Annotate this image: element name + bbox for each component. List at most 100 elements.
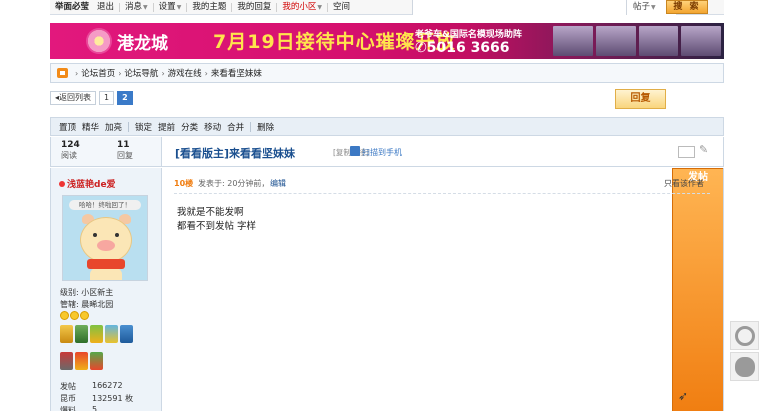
only-author-link[interactable]: 只看该作者 [664,178,704,189]
post-time: 发表于: 20分钟前， [198,179,270,188]
medal-icon[interactable] [120,325,133,343]
post-content: 10楼 发表于: 20分钟前， 编辑 只看该作者 我就是不能发啊 都看不到发帖 … [163,168,723,411]
advertisement-banner[interactable]: 港龙城 7月19日接待中心璀璨开放 老爷车&国际名模现场助阵 ✆5016 366… [50,23,724,59]
medal-row-1 [60,325,133,343]
smiley-icon [80,311,89,320]
mod-lock-button[interactable]: 锁定 [135,121,152,133]
thread-title[interactable]: [看看版主]来看看坚妹妹 [175,145,295,161]
user-status-icon [59,181,65,187]
user-manage: 管辖: 晨晞北园 [60,300,114,309]
my-topics-link[interactable]: 我的主题 [187,2,233,12]
messages-label: 消息 [125,1,143,12]
post-body-line: 都看不到发帖 字样 [177,221,257,232]
post-divider [174,193,710,194]
back-to-list-button[interactable]: ◂返回列表 [50,91,97,105]
breadcrumb-thread: 来看看坚妹妹 [210,69,262,79]
replies-count: 11 [117,140,130,150]
views-label: 阅读 [61,151,77,160]
my-replies-link[interactable]: 我的回复 [232,2,278,12]
chevron-down-icon: ▼ [143,3,148,11]
breadcrumb-separator: › [118,68,122,78]
chevron-down-icon: ▼ [176,3,182,11]
medal-icon[interactable] [75,325,88,343]
breadcrumb-forum-home[interactable]: 论坛首页 [81,67,115,79]
medal-icon[interactable] [60,352,73,370]
mod-category-button[interactable]: 分类 [181,121,198,133]
user-posts-stat: 发帖 166272 [60,381,123,392]
mod-move-button[interactable]: 移动 [204,121,221,133]
medal-icon[interactable] [60,325,73,343]
home-icon[interactable] [57,68,68,78]
author-name-text: 浅蓝艳de爱 [67,180,116,190]
search-button[interactable]: 搜 索 [666,0,708,14]
messages-menu[interactable]: 消息▼ [120,1,154,12]
breadcrumb-separator: › [75,68,79,78]
headset-icon [735,326,755,346]
space-link[interactable]: 空间 [328,2,355,12]
mouse-cursor-icon: ➶ [678,389,689,403]
mod-sticky-button[interactable]: 置顶 [59,121,76,133]
page-1-link[interactable]: 1 [99,91,115,105]
username-link[interactable]: 举面必莹 [50,2,92,12]
wechat-icon [735,357,755,377]
medal-icon[interactable] [90,325,103,343]
smiley-icon [70,311,79,320]
mod-digest-button[interactable]: 精华 [82,121,99,133]
views-count: 124 [61,140,80,150]
thread-header: 124 阅读 11 回复 [看看版主]来看看坚妹妹 [复制链接] 扫描到手机 ✎ [50,137,724,167]
qr-code-icon[interactable] [350,146,360,156]
my-community-menu[interactable]: 我的小区▼ [277,1,328,12]
customer-service-button[interactable] [730,321,759,350]
smiley-badges [60,311,89,320]
chevron-down-icon: ▼ [317,3,322,11]
favorite-checkbox[interactable] [678,146,695,158]
reply-button[interactable]: 回复 [615,89,666,109]
user-sidebar: 浅蓝艳de爱 哈哈！终啦回了！ 级别: 小区新主 管辖: 晨晞北园 发帖 166… [51,168,162,411]
settings-label: 设置 [158,1,176,12]
edit-post-link[interactable]: 编辑 [270,178,286,189]
user-coins-stat: 昆币 132591 枚 [60,393,133,404]
breadcrumb-forum-nav[interactable]: 论坛导航 [124,67,158,79]
chevron-down-icon: ▼ [651,4,656,11]
smiley-icon [60,311,69,320]
stat-key: 爆料 [60,406,76,411]
breadcrumb-separator: › [161,68,165,78]
medal-row-2 [60,352,103,370]
avatar-banner-text: 哈哈！终啦回了！ [69,200,141,210]
stat-key: 发帖 [60,382,76,391]
post-body-line: 我就是不能发啊 [177,207,244,218]
mod-bump-button[interactable]: 提前 [158,121,175,133]
stat-key: 昆币 [60,394,76,403]
top-navigation-bar: 举面必莹 退出 消息▼ 设置▼ 我的主题 我的回复 我的小区▼ 空间 帖子▼ 搜… [50,0,724,15]
replies-label: 回复 [117,151,133,160]
medal-icon[interactable] [105,325,118,343]
settings-menu[interactable]: 设置▼ [154,1,188,12]
breadcrumb-board[interactable]: 游戏在线 [168,67,202,79]
flower-logo-icon [86,28,112,54]
stat-value: 166272 [92,381,123,390]
mod-delete-button[interactable]: 删除 [257,121,274,133]
mod-highlight-button[interactable]: 加亮 [105,121,122,133]
search-category-select[interactable]: 帖子▼ [626,0,670,15]
mod-merge-button[interactable]: 合并 [227,121,244,133]
page-2-current[interactable]: 2 [117,91,133,105]
author-name[interactable]: 浅蓝艳de爱 [59,177,116,190]
edit-pen-icon[interactable]: ✎ [699,143,708,156]
breadcrumb-separator: › [204,68,208,78]
stat-value: 132591 枚 [92,394,134,403]
banner-brand: 港龙城 [117,34,168,54]
replies-stat: 11 回复 [117,140,157,161]
toolbar-divider [128,121,130,132]
logout-link[interactable]: 退出 [92,2,121,12]
user-level: 级别: 小区新主 [60,288,114,297]
post-container: 浅蓝艳de爱 哈哈！终啦回了！ 级别: 小区新主 管辖: 晨晞北园 发帖 166… [50,168,724,411]
my-community-label: 我的小区 [282,1,317,12]
avatar[interactable]: 哈哈！终啦回了！ [62,195,148,281]
stat-value: 5 [92,405,98,411]
wechat-button[interactable] [730,352,759,381]
moderator-toolbar: 置顶 精华 加亮 锁定 提前 分类 移动 合并 删除 [50,117,724,136]
medal-icon[interactable] [75,352,88,370]
breadcrumb: › 论坛首页 › 论坛导航 › 游戏在线 › 来看看坚妹妹 [50,63,724,83]
medal-icon[interactable] [90,352,103,370]
scan-to-phone-link[interactable]: 扫描到手机 [362,147,402,158]
